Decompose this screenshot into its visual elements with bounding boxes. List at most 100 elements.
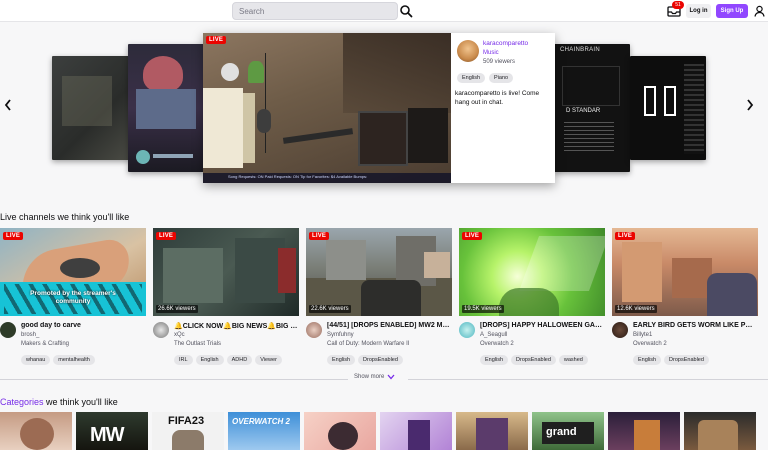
tag-pill[interactable]: English	[633, 355, 662, 365]
category-tile-label: MW	[90, 424, 125, 446]
stream-tags: whanau mentalhealth	[21, 355, 95, 365]
show-more-button[interactable]: Show more	[354, 374, 395, 380]
category-tile[interactable]: OVERWATCH 2	[228, 412, 300, 450]
channel-name[interactable]: Billyte1	[633, 332, 652, 338]
stream-title[interactable]: [44/51] [DROPS ENABLED] MW2 MA...	[327, 322, 451, 329]
stream-tags: English DropsEnabled washed	[480, 355, 588, 365]
stream-category[interactable]: Makers & Crafting	[21, 341, 69, 347]
tag-pill[interactable]: English	[327, 355, 356, 365]
stream-thumbnail[interactable]: LIVE 19.5K viewers	[459, 228, 605, 316]
channel-avatar[interactable]	[0, 322, 16, 338]
live-badge: LIVE	[156, 232, 177, 240]
right-card-subtitle-text: D STANDAR	[566, 108, 601, 114]
stream-title[interactable]: good day to carve	[21, 322, 145, 329]
featured-description: karacomparetto is live! Come hang out in…	[455, 90, 540, 106]
tag-pill[interactable]: ADHD	[226, 355, 253, 365]
tag-pill[interactable]: whanau	[21, 355, 51, 365]
search-box[interactable]	[232, 2, 398, 20]
category-tile[interactable]	[0, 412, 72, 450]
notification-badge: 51	[672, 1, 684, 9]
category-tile[interactable]	[608, 412, 680, 450]
live-badge: LIVE	[462, 232, 483, 240]
stream-thumbnail[interactable]: LIVE 22.6K viewers	[306, 228, 452, 316]
tag-pill[interactable]: Viewer	[255, 355, 282, 365]
category-tile-label: FIFA23	[168, 415, 205, 427]
stream-thumbnail[interactable]: LIVE 12.6K viewers	[612, 228, 758, 316]
stream-category[interactable]: Call of Duty: Modern Warfare II	[327, 341, 409, 347]
carousel-card-right[interactable]: CHAINBRAIN D STANDAR	[554, 44, 630, 172]
channel-name[interactable]: Symfuhny	[327, 332, 354, 338]
featured-stream-video[interactable]: Song Requests: ON Paid Requests: ON Tip …	[203, 33, 451, 183]
tag-pill[interactable]: washed	[558, 355, 588, 365]
stream-overlay-bar-text: Song Requests: ON Paid Requests: ON Tip …	[228, 174, 368, 179]
viewer-count: 509 viewers	[483, 59, 516, 65]
channel-avatar[interactable]	[306, 322, 322, 338]
divider	[408, 379, 768, 380]
stream-thumbnail[interactable]: Promoted by the streamer's community LIV…	[0, 228, 146, 316]
carousel-card-left[interactable]	[128, 44, 204, 172]
carousel-card-far-right[interactable]	[630, 56, 706, 160]
signup-button[interactable]: Sign Up	[716, 4, 748, 18]
category-tile[interactable]	[456, 412, 528, 450]
show-more-label: Show more	[354, 374, 385, 380]
category-tile-label: grand	[546, 426, 577, 438]
category-tile[interactable]: MW	[76, 412, 148, 450]
stream-title[interactable]: [DROPS] HAPPY HALLOWEEN GAMERS	[480, 322, 604, 329]
category-tile-label: OVERWATCH 2	[232, 417, 290, 426]
viewer-count: 22.6K viewers	[309, 305, 351, 313]
stream-thumbnail[interactable]: LIVE 26.6K viewers	[153, 228, 299, 316]
viewer-count: 12.6K viewers	[615, 305, 657, 313]
tag-pill[interactable]: IRL	[174, 355, 193, 365]
tag-pill[interactable]: English	[457, 73, 486, 83]
categories-heading-rest: we think you'll like	[43, 397, 118, 407]
featured-stream-info: karacomparetto Music 509 viewers English…	[451, 33, 555, 183]
tag-pill[interactable]: English	[480, 355, 509, 365]
channel-avatar[interactable]	[612, 322, 628, 338]
live-badge: LIVE	[3, 232, 24, 240]
login-button[interactable]: Log in	[686, 4, 711, 18]
channel-name-link[interactable]: karacomparetto	[483, 40, 528, 47]
category-tile[interactable]: grand	[532, 412, 604, 450]
channel-avatar[interactable]	[457, 40, 479, 62]
top-nav-bar: 51 Log in Sign Up	[0, 0, 768, 22]
channel-name[interactable]: A_Seagull	[480, 332, 507, 338]
tag-pill[interactable]: Piano	[489, 73, 514, 83]
channel-name[interactable]: brosh_	[21, 332, 39, 338]
channel-name[interactable]: xQc	[174, 332, 185, 338]
stream-category[interactable]: Overwatch 2	[480, 341, 514, 347]
tag-pill[interactable]: DropsEnabled	[511, 355, 556, 365]
live-badge: LIVE	[309, 232, 330, 240]
right-card-title-text: CHAINBRAIN	[560, 47, 601, 53]
channel-avatar[interactable]	[153, 322, 169, 338]
user-menu-icon[interactable]	[754, 5, 765, 17]
live-badge: LIVE	[615, 232, 636, 240]
search-input[interactable]	[233, 3, 397, 19]
stream-tags: English DropsEnabled	[327, 355, 403, 365]
viewer-count: 19.5K viewers	[462, 305, 504, 313]
tag-pill[interactable]: English	[195, 355, 224, 365]
category-tile[interactable]	[684, 412, 756, 450]
stream-category[interactable]: The Outlast Trials	[174, 341, 221, 347]
category-tile[interactable]	[304, 412, 376, 450]
stream-title[interactable]: EARLY BIRD GETS WORM LIKE PROBL...	[633, 322, 757, 329]
categories-heading-accent[interactable]: Categories	[0, 397, 44, 407]
promoted-banner: Promoted by the streamer's community	[30, 290, 116, 305]
tag-pill[interactable]: DropsEnabled	[664, 355, 709, 365]
stream-tags: IRL English ADHD Viewer	[174, 355, 282, 365]
featured-tags: English Piano	[457, 73, 514, 83]
featured-stream-card[interactable]: Song Requests: ON Paid Requests: ON Tip …	[203, 33, 555, 183]
tag-pill[interactable]: DropsEnabled	[358, 355, 403, 365]
carousel-next-arrow-icon[interactable]	[745, 98, 755, 112]
channel-avatar[interactable]	[459, 322, 475, 338]
category-tile[interactable]	[380, 412, 452, 450]
category-tile[interactable]: FIFA23	[152, 412, 224, 450]
stream-title[interactable]: 🔔CLICK NOW🔔BIG NEWS🔔BIG TO...	[174, 322, 298, 330]
channel-category-link[interactable]: Music	[483, 50, 499, 56]
tag-pill[interactable]: mentalhealth	[53, 355, 95, 365]
live-channels-heading: Live channels we think you'll like	[0, 212, 130, 222]
divider	[0, 379, 348, 380]
stream-category[interactable]: Overwatch 2	[633, 341, 667, 347]
search-icon[interactable]	[399, 3, 413, 19]
carousel-prev-arrow-icon[interactable]	[3, 98, 13, 112]
carousel-card-far-left[interactable]	[52, 56, 130, 160]
